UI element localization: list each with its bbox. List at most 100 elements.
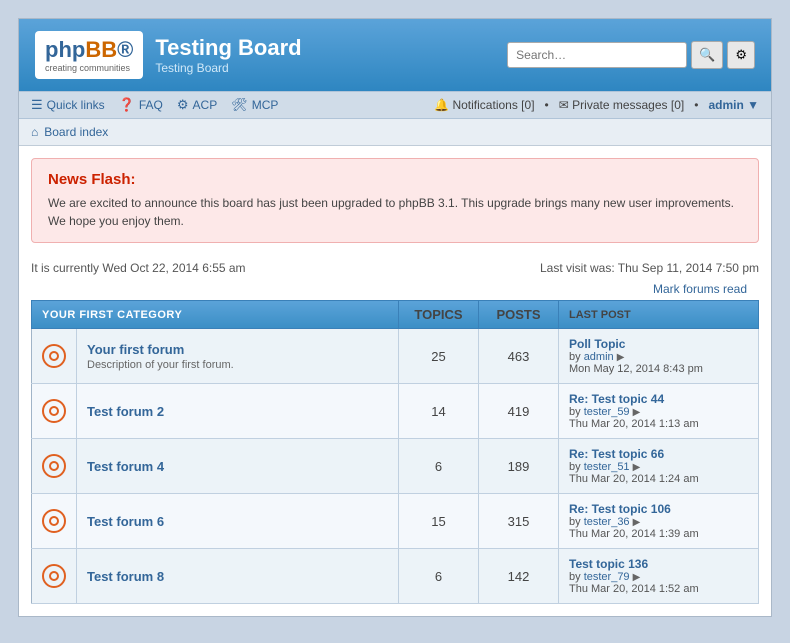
posts-count: 142 [479, 549, 559, 604]
last-post-title[interactable]: Re: Test topic 106 [569, 502, 748, 516]
forum-name[interactable]: Test forum 2 [87, 404, 388, 419]
forum-name[interactable]: Test forum 8 [87, 569, 388, 584]
last-post-by: by tester_59 ▶ [569, 406, 748, 418]
view-post-icon[interactable]: ▶ [633, 572, 641, 583]
forum-icon-inner [49, 351, 59, 361]
logo-text: phpBB® [45, 37, 133, 63]
forum-name[interactable]: Test forum 4 [87, 459, 388, 474]
forum-icon-cell [32, 439, 77, 494]
topics-count: 15 [399, 494, 479, 549]
topics-count: 6 [399, 439, 479, 494]
last-post-by: by tester_36 ▶ [569, 516, 748, 528]
forum-icon-cell [32, 384, 77, 439]
forum-icon [42, 454, 66, 478]
view-post-icon[interactable]: ▶ [633, 462, 641, 473]
mcp-link[interactable]: 🛠 MCP [231, 97, 278, 113]
faq-link[interactable]: ❓ FAQ [119, 97, 163, 113]
current-time: It is currently Wed Oct 22, 2014 6:55 am [31, 261, 246, 275]
topics-count: 6 [399, 549, 479, 604]
forum-icon [42, 399, 66, 423]
last-post-title[interactable]: Test topic 136 [569, 557, 748, 571]
mcp-label: MCP [252, 98, 279, 112]
last-post-user[interactable]: admin [584, 351, 614, 363]
navbar: ☰ Quick links ❓ FAQ ⚙ ACP 🛠 MCP 🔔 Notifi… [19, 91, 771, 119]
forum-info-cell: Your first forum Description of your fir… [77, 329, 399, 384]
posts-count: 189 [479, 439, 559, 494]
forum-icon-cell [32, 549, 77, 604]
acp-icon: ⚙ [177, 97, 189, 113]
table-row: Test forum 6 15 315 Re: Test topic 106 b… [32, 494, 759, 549]
view-post-icon[interactable]: ▶ [617, 352, 625, 363]
logo-tagline: creating communities [45, 63, 133, 73]
breadcrumb-board-index[interactable]: Board index [44, 125, 108, 139]
forum-icon-inner [49, 461, 59, 471]
forum-icon [42, 344, 66, 368]
notifications-count: 0 [525, 98, 532, 112]
last-post-title[interactable]: Re: Test topic 44 [569, 392, 748, 406]
last-post-user[interactable]: tester_79 [584, 571, 630, 583]
forum-info-cell: Test forum 8 [77, 549, 399, 604]
forum-info-cell: Test forum 2 [77, 384, 399, 439]
table-row: Test forum 4 6 189 Re: Test topic 66 by … [32, 439, 759, 494]
menu-icon: ☰ [31, 97, 43, 113]
forum-icon-cell [32, 494, 77, 549]
forum-icon-inner [49, 406, 59, 416]
search-input[interactable] [507, 42, 687, 68]
posts-count: 463 [479, 329, 559, 384]
search-button[interactable]: 🔍 [691, 41, 723, 69]
last-post-by: by tester_79 ▶ [569, 571, 748, 583]
topics-count: 14 [399, 384, 479, 439]
header: phpBB® creating communities Testing Boar… [19, 19, 771, 91]
news-flash-title: News Flash: [48, 171, 742, 188]
advanced-search-button[interactable]: ⚙ [727, 41, 755, 69]
last-post-by: by tester_51 ▶ [569, 461, 748, 473]
last-post-cell: Test topic 136 by tester_79 ▶ Thu Mar 20… [559, 549, 759, 604]
table-row: Your first forum Description of your fir… [32, 329, 759, 384]
admin-user-link[interactable]: admin ▼ [708, 98, 759, 112]
forum-name[interactable]: Your first forum [87, 342, 388, 357]
mark-read-link[interactable]: Mark forums read [641, 282, 759, 300]
forum-name[interactable]: Test forum 6 [87, 514, 388, 529]
envelope-icon: ✉ [559, 98, 569, 112]
last-post-cell: Re: Test topic 44 by tester_59 ▶ Thu Mar… [559, 384, 759, 439]
last-post-date: Mon May 12, 2014 8:43 pm [569, 363, 748, 375]
logo-box: phpBB® creating communities [35, 31, 143, 79]
posts-count: 419 [479, 384, 559, 439]
admin-username: admin [708, 98, 743, 112]
forum-info-cell: Test forum 6 [77, 494, 399, 549]
last-post-title[interactable]: Re: Test topic 66 [569, 447, 748, 461]
separator-dot2: • [694, 98, 698, 112]
logo-area: phpBB® creating communities Testing Boar… [35, 31, 302, 79]
table-row: Test forum 2 14 419 Re: Test topic 44 by… [32, 384, 759, 439]
pm-label: Private messages [572, 98, 667, 112]
last-post-cell: Poll Topic by admin ▶ Mon May 12, 2014 8… [559, 329, 759, 384]
posts-col-header: POSTS [479, 301, 559, 329]
breadcrumb: ⌂ Board index [19, 119, 771, 146]
last-post-date: Thu Mar 20, 2014 1:52 am [569, 583, 748, 595]
last-post-user[interactable]: tester_36 [584, 516, 630, 528]
board-subtitle: Testing Board [155, 61, 301, 75]
quick-links-menu[interactable]: ☰ Quick links [31, 97, 105, 113]
news-flash: News Flash: We are excited to announce t… [31, 158, 759, 243]
table-row: Test forum 8 6 142 Test topic 136 by tes… [32, 549, 759, 604]
topics-col-header: TOPICS [399, 301, 479, 329]
view-post-icon[interactable]: ▶ [633, 517, 641, 528]
last-post-title[interactable]: Poll Topic [569, 337, 748, 351]
last-post-user[interactable]: tester_51 [584, 461, 630, 473]
board-title-area: Testing Board Testing Board [155, 35, 301, 75]
bell-icon: 🔔 [434, 98, 449, 112]
mark-read-wrap: Mark forums read [19, 281, 771, 300]
status-bar: It is currently Wed Oct 22, 2014 6:55 am… [19, 255, 771, 281]
home-icon: ⌂ [31, 125, 38, 139]
separator-dot: • [545, 98, 549, 112]
last-post-cell: Re: Test topic 106 by tester_36 ▶ Thu Ma… [559, 494, 759, 549]
last-post-date: Thu Mar 20, 2014 1:13 am [569, 418, 748, 430]
acp-link[interactable]: ⚙ ACP [177, 97, 217, 113]
news-flash-text: We are excited to announce this board ha… [48, 194, 742, 230]
topics-count: 25 [399, 329, 479, 384]
last-post-by: by admin ▶ [569, 351, 748, 363]
view-post-icon[interactable]: ▶ [633, 407, 641, 418]
acp-label: ACP [193, 98, 218, 112]
last-post-user[interactable]: tester_59 [584, 406, 630, 418]
notifications-label: Notifications [452, 98, 517, 112]
